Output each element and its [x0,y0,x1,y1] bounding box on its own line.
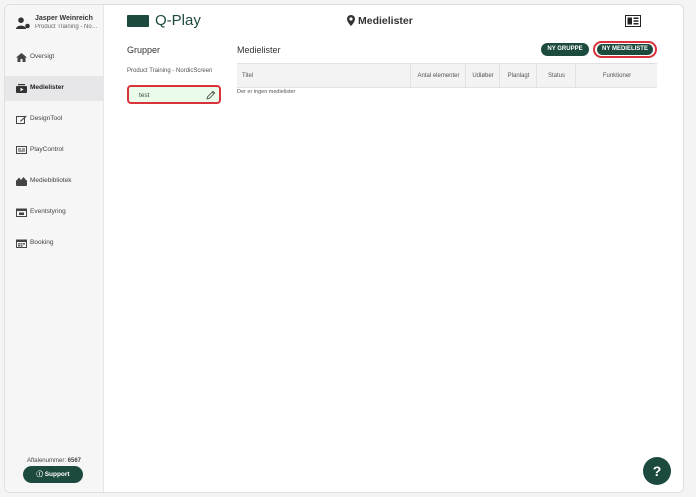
new-medialist-button[interactable]: NY MEDIELISTE [597,44,653,55]
column-header-expires[interactable]: Udløber [465,64,500,87]
sidebar-item-oversigt[interactable]: Oversigt [5,45,103,70]
agreement-label: Aftalenummer: [26,458,66,464]
agreement-value: 6567 [67,458,82,464]
sidebar-item-label: PlayControl [30,146,64,153]
app-window: Jasper Weinreich Product Training - No… … [4,4,684,493]
user-profile[interactable]: Jasper Weinreich Product Training - No… [13,13,103,35]
sidebar-item-label: Mediebibliotek [30,177,72,184]
sidebar-nav: Oversigt Medielister DesignTool PlayCont… [5,45,103,262]
help-button[interactable]: ? [643,457,671,485]
groups-heading: Grupper [127,45,161,55]
empty-state-message: Der er ingen medielister [237,89,296,95]
sidebar-item-eventstyring[interactable]: Eventstyring [5,200,103,225]
pencil-icon[interactable] [206,90,216,100]
user-name: Jasper Weinreich [35,15,93,22]
medialists-table-header: Titel Antal elementer Udløber Planlagt S… [237,63,657,88]
sidebar-item-booking[interactable]: Booking [5,231,103,256]
support-icon: ⓘ [36,471,43,478]
help-icon: ? [652,463,662,479]
sidebar-item-mediebibliotek[interactable]: Mediebibliotek [5,169,103,194]
location-pin-icon [347,15,355,26]
support-label: Support [44,471,70,478]
medialists-heading: Medielister [237,45,281,55]
support-button[interactable]: ⓘ Support [23,466,83,483]
column-header-planned[interactable]: Planlagt [499,64,537,87]
group-item[interactable]: Product Training - NordicScreen [127,68,219,75]
new-group-button[interactable]: NY GRUPPE [541,43,589,56]
home-icon [16,53,27,62]
sidebar-item-playcontrol[interactable]: PlayControl [5,138,103,163]
column-header-functions: Funktioner [575,64,658,87]
page-title-text: Medielister [358,15,413,27]
logo-text: Q-Play [155,12,201,29]
playlist-icon [16,84,27,93]
agreement-number: Aftalenummer: 6567 [5,458,103,464]
sidebar-item-label: DesignTool [30,115,63,122]
design-edit-icon [16,115,27,124]
sidebar-item-label: Booking [30,239,54,246]
sidebar-item-label: Eventstyring [30,208,66,215]
page-title: Medielister [347,15,413,27]
user-icon [16,17,30,29]
media-library-icon [16,177,27,186]
sidebar-item-medielister[interactable]: Medielister [5,76,103,101]
monitor-icon [16,146,27,154]
layout-icon[interactable] [625,15,641,27]
logo-mark [127,15,149,27]
sidebar-item-label: Medielister [30,84,64,91]
column-header-status[interactable]: Status [536,64,576,87]
sidebar-item-designtool[interactable]: DesignTool [5,107,103,132]
calendar-event-icon [16,208,27,217]
calendar-grid-icon [16,239,27,248]
sidebar-item-label: Oversigt [30,53,55,60]
new-group-input[interactable]: test [127,85,221,104]
new-group-value[interactable]: test [139,92,149,99]
user-organization: Product Training - No… [35,24,98,30]
sidebar: Jasper Weinreich Product Training - No… … [5,5,104,492]
column-header-count[interactable]: Antal elementer [410,64,466,87]
column-header-title[interactable]: Titel [242,64,253,87]
